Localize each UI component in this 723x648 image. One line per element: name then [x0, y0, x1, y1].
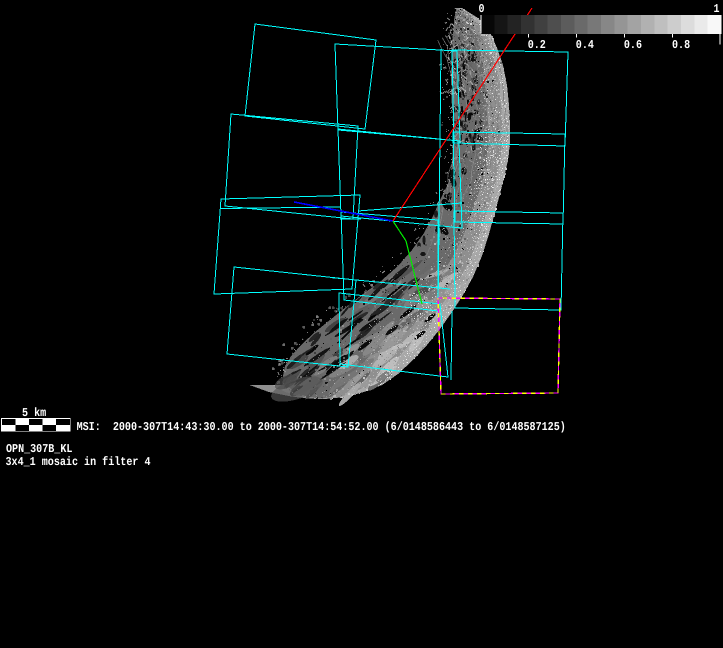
svg-text:3x4_1 mosaic in filter 4: 3x4_1 mosaic in filter 4	[6, 455, 151, 469]
svg-text:5 km: 5 km	[22, 406, 46, 420]
svg-text:1: 1	[714, 2, 720, 16]
svg-text:0.8: 0.8	[672, 38, 690, 52]
svg-text:OPN_307B_KL: OPN_307B_KL	[6, 442, 72, 456]
svg-text:0: 0	[479, 2, 485, 16]
svg-text:0.6: 0.6	[624, 38, 642, 52]
svg-text:MSI: 2000-307T14:43:30.00 to: MSI: 2000-307T14:43:30.00 to 2000-307T14…	[77, 420, 566, 434]
svg-text:0.4: 0.4	[576, 38, 594, 52]
svg-text:0.2: 0.2	[528, 38, 546, 52]
